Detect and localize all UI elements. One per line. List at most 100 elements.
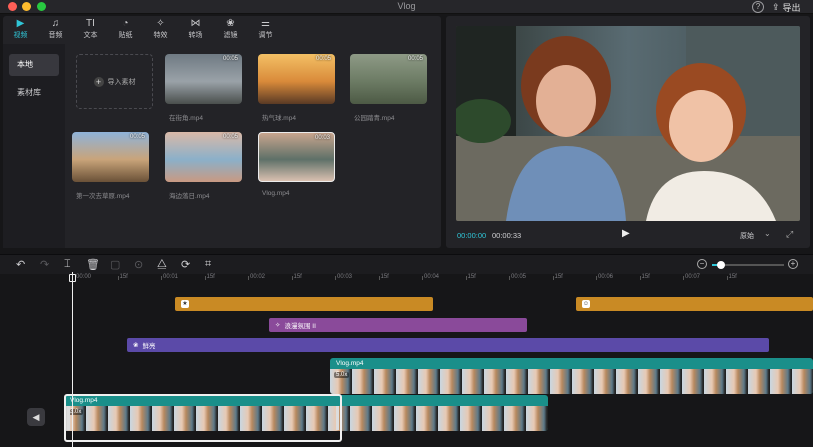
- clip-name: 公园踏青.mp4: [354, 115, 395, 122]
- zoom-out-icon[interactable]: −: [697, 259, 707, 269]
- media-clip-thumbnail[interactable]: 00:03: [258, 132, 335, 182]
- filter-clip[interactable]: ❀ 鲜亮: [127, 338, 769, 352]
- tab-label: 文本: [83, 32, 98, 39]
- media-clip-thumbnail[interactable]: 00:05: [350, 54, 427, 104]
- ruler-tick: 15f: [552, 274, 563, 280]
- ruler-tick: 00:02: [247, 274, 266, 280]
- clip-duration: 00:05: [222, 134, 238, 140]
- reverse-icon[interactable]: ⊙: [134, 258, 143, 271]
- speed-badge: 5.0x: [334, 372, 350, 378]
- sticker-icon: ◔: [122, 18, 129, 29]
- tab-label: 滤镜: [223, 32, 238, 39]
- main-video-clip[interactable]: Vlog.mp4 5.0x: [330, 358, 813, 394]
- effects-icon: ✧: [275, 322, 281, 329]
- clip-name: Vlog.mp4: [262, 190, 290, 197]
- ruler-tick: 00:06: [595, 274, 614, 280]
- play-icon[interactable]: ▶: [622, 228, 630, 239]
- effect-clip[interactable]: ✧ 浪漫氛围 II: [269, 318, 527, 332]
- media-panel: ▶ 视频 ♫ 音频 TI 文本 ◔ 贴纸 ✧ 特效 ⋈ 转场 ❀ 滤镜 ⚌ 调节 本地 素材库 + 导入素材 …: [3, 16, 441, 248]
- timeline-toolbar: ↶ ↷ ⌶ 🗑 ▢ ⊙ ⧋ ⟳ ⌗ − +: [0, 254, 813, 274]
- tab-effects[interactable]: ✧ 特效: [143, 16, 178, 42]
- preview-image: [456, 26, 800, 221]
- export-button[interactable]: ⇪ 导出: [772, 0, 801, 14]
- tab-label: 转场: [188, 32, 203, 39]
- playhead[interactable]: [72, 272, 73, 447]
- ruler-tick: 00:07: [682, 274, 701, 280]
- ruler-tick: 00:04: [421, 274, 440, 280]
- redo-icon[interactable]: ↷: [40, 258, 49, 271]
- clip-duration: 00:05: [222, 56, 238, 62]
- ruler-tick: 15f: [378, 274, 389, 280]
- transition-icon: ⋈: [190, 18, 201, 29]
- zoom-slider[interactable]: [712, 261, 784, 269]
- ruler-tick: 00:05: [508, 274, 527, 280]
- split-icon[interactable]: ⌶: [64, 258, 71, 271]
- zoom-in-icon[interactable]: +: [788, 259, 798, 269]
- trim-handle-left[interactable]: [67, 406, 70, 430]
- sticker-icon: ★: [181, 300, 189, 308]
- clip-duration: 00:05: [315, 56, 331, 62]
- filmstrip: [330, 369, 813, 394]
- zoom-slider-knob[interactable]: [716, 261, 725, 269]
- media-clip-thumbnail[interactable]: 00:05: [165, 54, 242, 104]
- media-clip-thumbnail[interactable]: 00:05: [165, 132, 242, 182]
- sticker-clip[interactable]: ★: [175, 297, 433, 311]
- ruler-tick: 00:03: [334, 274, 353, 280]
- clip-name: 海边落日.mp4: [169, 193, 210, 200]
- tab-filter[interactable]: ❀ 滤镜: [213, 16, 248, 42]
- clip-duration: 00:05: [407, 56, 423, 62]
- tab-label: 调节: [258, 32, 273, 39]
- clip-duration: 00:05: [129, 134, 145, 140]
- tab-audio[interactable]: ♫ 音频: [38, 16, 73, 42]
- audio-icon: ♫: [51, 18, 60, 29]
- chevron-down-icon[interactable]: ⌄: [764, 229, 771, 238]
- media-clip-thumbnail[interactable]: 00:05: [72, 132, 149, 182]
- ruler-tick: 15f: [117, 274, 128, 280]
- delete-icon[interactable]: 🗑: [86, 258, 100, 271]
- sidebar-item-local[interactable]: 本地: [9, 54, 59, 76]
- freeze-icon[interactable]: ▢: [110, 258, 120, 271]
- clip-name: Vlog.mp4: [336, 360, 364, 367]
- import-media-button[interactable]: + 导入素材: [76, 54, 153, 109]
- sticker-clip[interactable]: ☺: [576, 297, 813, 311]
- preview-frame: [456, 26, 800, 221]
- tab-label: 特效: [153, 32, 168, 39]
- adjust-icon: ⚌: [261, 18, 270, 29]
- sidebar-item-library[interactable]: 素材库: [9, 82, 59, 104]
- preview-panel: 00:00:00 00:00:33 ▶ 原始 ⌄ ⤢: [446, 16, 810, 248]
- trim-handle-right[interactable]: [336, 406, 339, 430]
- tab-text[interactable]: TI 文本: [73, 16, 108, 42]
- undo-icon[interactable]: ↶: [16, 258, 25, 271]
- tab-sticker[interactable]: ◔ 贴纸: [108, 16, 143, 42]
- clip-name: 第一次去草原.mp4: [76, 193, 130, 200]
- help-icon[interactable]: ?: [752, 1, 764, 13]
- window-title: Vlog: [397, 1, 416, 11]
- clip-name: 热气球.mp4: [262, 115, 296, 122]
- mirror-icon[interactable]: ⧋: [157, 258, 167, 271]
- fullscreen-icon[interactable]: ⤢: [786, 229, 793, 240]
- timeline-ruler[interactable]: 00:00 15f 00:01 15f 00:02 15f 00:03 15f 00:04 15f…: [0, 274, 813, 286]
- crop-icon[interactable]: ⌗: [205, 258, 211, 271]
- mute-track-icon[interactable]: ◀: [27, 408, 45, 426]
- current-timecode: 00:00:00: [457, 231, 487, 240]
- filter-label: 鲜亮: [142, 343, 156, 350]
- media-clip-thumbnail[interactable]: 00:05: [258, 54, 335, 104]
- export-label: 导出: [782, 2, 801, 13]
- import-label: 导入素材: [107, 78, 136, 86]
- tab-video[interactable]: ▶ 视频: [3, 16, 38, 42]
- tab-transition[interactable]: ⋈ 转场: [178, 16, 213, 42]
- ratio-select[interactable]: 原始: [740, 231, 754, 241]
- ruler-tick: 00:00: [73, 274, 92, 280]
- filter-icon: ❀: [226, 18, 235, 29]
- selected-clip-outline[interactable]: [64, 394, 342, 442]
- effect-label: 浪漫氛围 II: [284, 323, 316, 330]
- media-sidebar: 本地 素材库: [3, 44, 65, 248]
- title-bar: Vlog ? ⇪ 导出: [0, 0, 813, 14]
- ruler-tick: 15f: [639, 274, 650, 280]
- tab-label: 视频: [13, 32, 28, 39]
- tab-label: 音频: [48, 32, 63, 39]
- media-tabs: ▶ 视频 ♫ 音频 TI 文本 ◔ 贴纸 ✧ 特效 ⋈ 转场 ❀ 滤镜 ⚌ 调节: [3, 16, 441, 42]
- tab-adjust[interactable]: ⚌ 调节: [248, 16, 283, 42]
- rotate-icon[interactable]: ⟳: [181, 258, 190, 271]
- export-icon: ⇪: [772, 1, 780, 12]
